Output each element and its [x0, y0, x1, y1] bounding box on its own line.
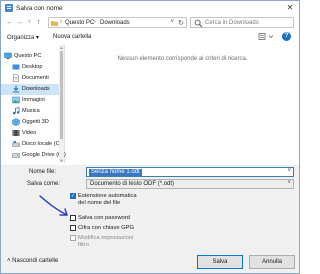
filename-field[interactable]: Senza nome 1.odt ˅	[86, 167, 294, 177]
scrollbar-thumb[interactable]	[60, 51, 63, 139]
nav-item-label: Musica	[22, 108, 40, 114]
nav-item-video[interactable]: Video	[1, 128, 59, 139]
documents-icon	[13, 74, 19, 82]
nav-item-google-drive[interactable]: Google Drive (G:)	[1, 150, 66, 161]
filename-label: Nome file:	[29, 169, 57, 175]
filename-value: Senza nome 1.odt	[89, 169, 142, 176]
save-options: ✓ Estensione automatica del nome del fil…	[1, 191, 299, 251]
filetype-value: Documento di testo ODF (*.odt)	[90, 181, 175, 187]
back-arrow-icon[interactable]: ←	[5, 18, 14, 27]
edit-filter-checkbox	[70, 235, 76, 241]
pictures-icon	[12, 96, 20, 104]
address-bar[interactable]: › Questo PC › Downloads ˅ ↻	[48, 17, 187, 28]
auto-extension-label: Estensione automatica del nome del file	[78, 193, 137, 206]
folder-icon	[51, 21, 58, 26]
nav-item-downloads[interactable]: Downloads	[1, 84, 59, 95]
file-list-area[interactable]: Nessun elemento corrisponde ai criteri d…	[66, 45, 299, 163]
nav-item-documenti[interactable]: Documenti	[1, 73, 59, 84]
new-folder-button[interactable]: Nuova cartella	[53, 34, 91, 40]
nav-item-disco-locale[interactable]: Disco locale (C:)	[1, 139, 63, 150]
save-as-dialog: Salva con nome ✕ ← → ˅ ↑ › Questo PC › D…	[0, 0, 300, 274]
nav-item-label: Video	[22, 130, 37, 136]
help-icon[interactable]: ?	[282, 32, 291, 41]
auto-extension-label-line2: del nome del file	[78, 199, 121, 206]
downloads-icon	[13, 85, 19, 93]
music-icon	[12, 107, 20, 115]
breadcrumb-separator: ›	[60, 19, 62, 25]
breadcrumb-downloads[interactable]: Downloads	[100, 20, 130, 26]
pc-icon	[4, 52, 12, 59]
empty-results-message: Nessun elemento corrisponde ai criteri d…	[117, 56, 248, 62]
address-row: ← → ˅ ↑ › Questo PC › Downloads ˅ ↻ Cerc…	[1, 15, 299, 30]
nav-item-label: Oggetti 3D	[22, 119, 49, 125]
window-title: Salva con nome	[16, 5, 63, 12]
nav-item-label: Immagini	[22, 97, 45, 103]
cancel-button[interactable]: Annulla	[249, 255, 295, 269]
search-input[interactable]: Cerca in Downloads	[190, 17, 294, 28]
title-bar: Salva con nome ✕	[1, 1, 299, 15]
search-icon	[194, 19, 203, 28]
gpg-encrypt-checkbox[interactable]	[70, 225, 76, 231]
dialog-footer: ˄ Nascondi cartelle Salva Annulla	[1, 251, 299, 273]
app-icon	[5, 4, 13, 12]
filetype-select[interactable]: Documento di testo ODF (*.odt) ˅	[86, 179, 294, 189]
scroll-down-icon[interactable]: ▼	[59, 158, 64, 163]
filename-dropdown-icon[interactable]: ˅	[287, 168, 291, 174]
auto-extension-label-line1: Estensione automatica	[78, 193, 137, 199]
video-icon	[12, 130, 20, 136]
nav-pane-vertical-scrollbar[interactable]: ▲ ▼	[59, 45, 64, 163]
hide-folders-toggle[interactable]: ˄ Nascondi cartelle	[7, 258, 58, 264]
save-button[interactable]: Salva	[197, 255, 243, 269]
scroll-up-icon[interactable]: ▲	[59, 45, 64, 50]
edit-filter-label: Modifica impostazioni filtro	[78, 235, 133, 248]
search-placeholder: Cerca in Downloads	[205, 20, 259, 26]
edit-filter-label-line1: Modifica impostazioni	[78, 235, 134, 241]
nav-item-musica[interactable]: Musica	[1, 106, 59, 117]
filetype-dropdown-icon[interactable]: ˅	[287, 180, 291, 186]
address-dropdown-icon[interactable]: ˅	[170, 19, 174, 25]
nav-item-immagini[interactable]: Immagini	[1, 95, 59, 106]
file-fields: Nome file: Senza nome 1.odt ˅ Salva come…	[1, 165, 299, 191]
nav-item-label: Downloads	[22, 86, 50, 92]
navigation-pane: Questo PC Desktop Documenti Downloads Im…	[1, 45, 66, 207]
view-options-icon[interactable]	[258, 32, 276, 41]
google-drive-icon	[12, 153, 20, 158]
nav-item-label: Questo PC	[14, 53, 42, 59]
breadcrumb-questo-pc[interactable]: Questo PC	[65, 20, 94, 26]
edit-filter-label-line2: filtro	[78, 241, 89, 248]
save-password-checkbox[interactable]	[70, 215, 76, 221]
nav-item-label: Disco locale (C:)	[22, 141, 64, 147]
nav-item-oggetti-3d[interactable]: Oggetti 3D	[1, 117, 59, 128]
desktop-icon	[12, 64, 20, 70]
organize-button[interactable]: Organizza ▾	[7, 34, 39, 41]
nav-item-desktop[interactable]: Desktop	[1, 62, 59, 73]
breadcrumb-separator: ›	[94, 19, 96, 25]
objects3d-icon	[12, 118, 20, 126]
close-icon[interactable]: ✕	[284, 3, 296, 13]
filetype-label: Salva come:	[27, 181, 61, 187]
refresh-icon[interactable]: ↻	[178, 19, 184, 27]
nav-item-label: Desktop	[22, 64, 43, 70]
forward-arrow-icon[interactable]: →	[15, 18, 24, 27]
nav-item-questo-pc[interactable]: Questo PC	[1, 51, 59, 62]
up-arrow-icon[interactable]: ↑	[34, 18, 43, 27]
command-bar: Organizza ▾ Nuova cartella ?	[1, 31, 299, 43]
save-password-label: Salva con password	[78, 215, 130, 221]
nav-item-label: Documenti	[22, 75, 49, 81]
recent-locations-chevron-icon[interactable]: ˅	[25, 18, 34, 27]
gpg-encrypt-label: Cifra con chiave GPG	[78, 225, 135, 231]
local-disk-icon	[12, 141, 20, 147]
